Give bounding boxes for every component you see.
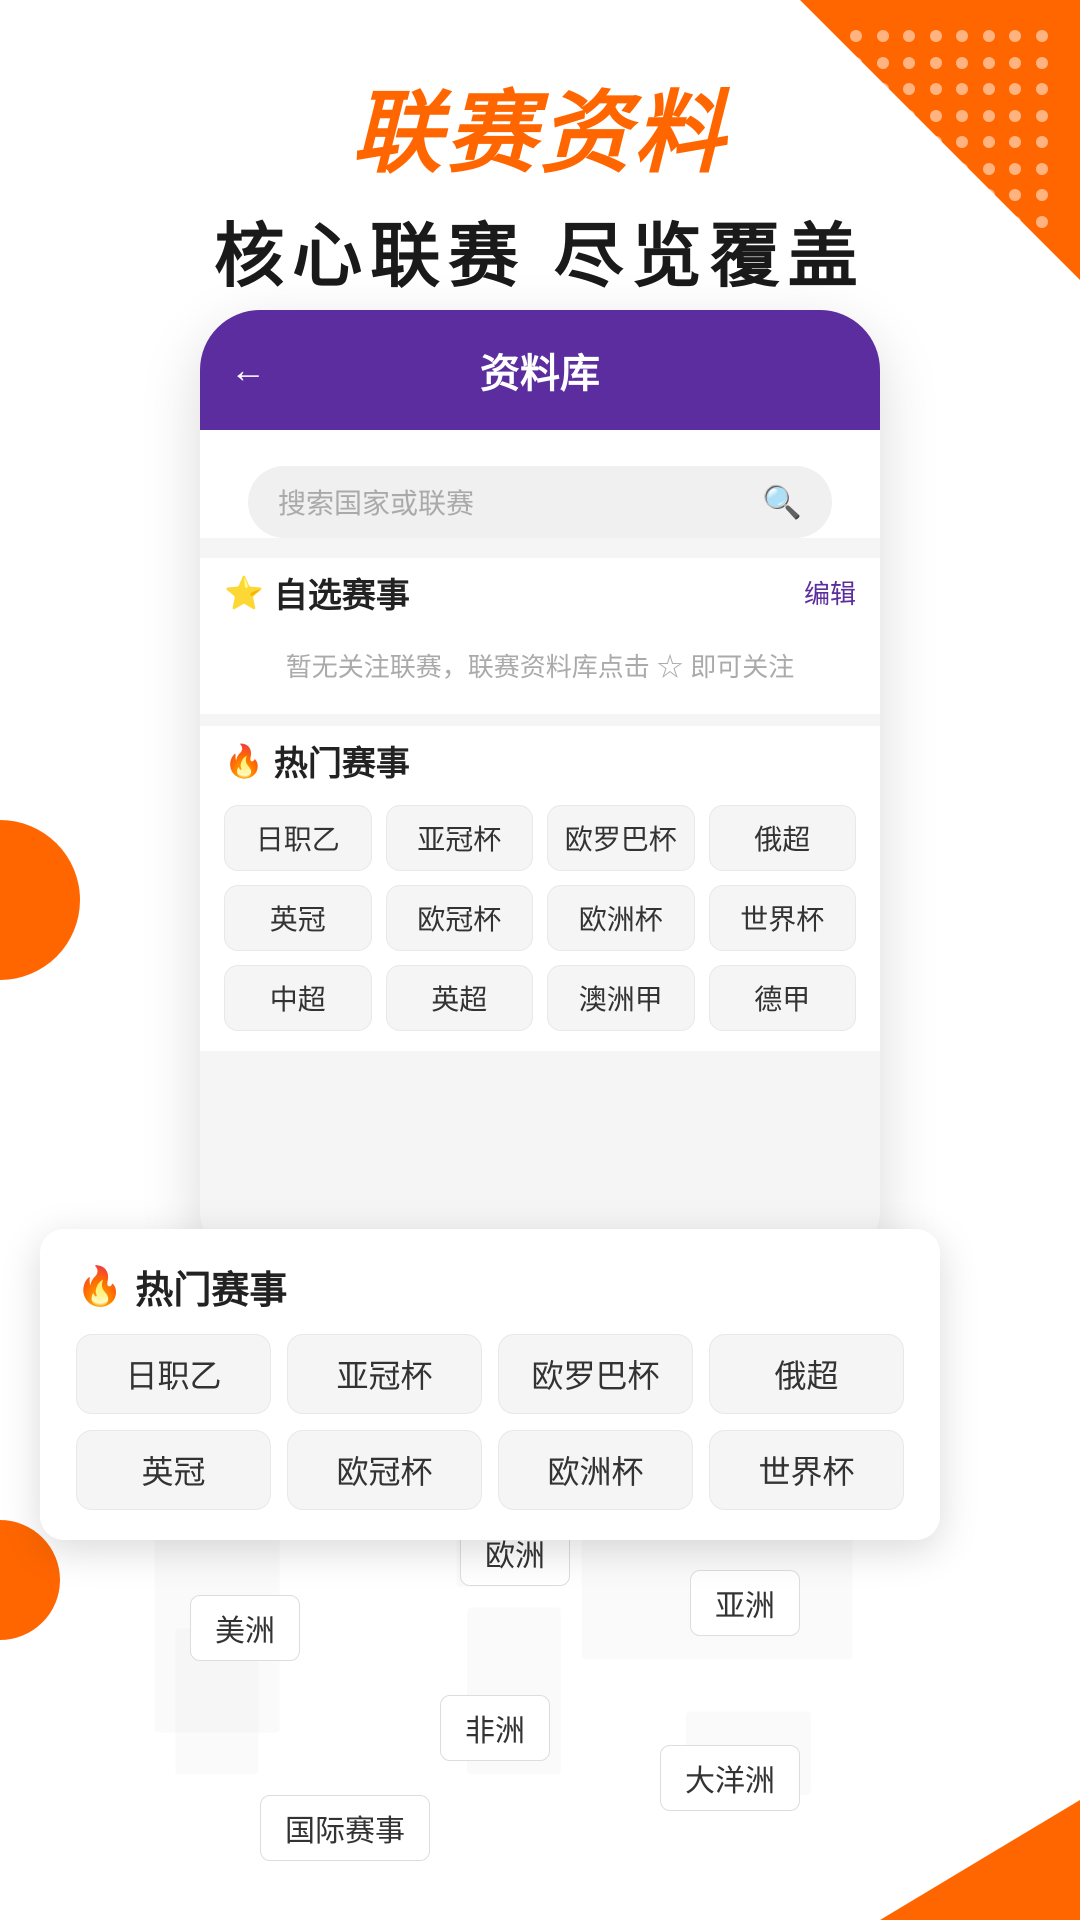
card-hot-event-tag[interactable]: 英冠 — [76, 1430, 271, 1510]
back-button[interactable]: ← — [230, 349, 266, 391]
region-button[interactable]: 美洲 — [190, 1595, 300, 1661]
hot-event-tag[interactable]: 欧洲杯 — [547, 885, 695, 951]
search-placeholder: 搜索国家或联赛 — [278, 482, 762, 522]
phone-mockup: ← 资料库 搜索国家或联赛 🔍 ⭐ 自选赛事 编辑 暂无关注联赛，联赛资料库点击… — [200, 310, 880, 1270]
card-hot-event-tag[interactable]: 欧洲杯 — [498, 1430, 693, 1510]
header-area: 联赛资料 核心联赛 尽览覆盖 — [0, 0, 1080, 301]
card-hot-event-tag[interactable]: 俄超 — [709, 1334, 904, 1414]
hot-event-tag[interactable]: 英冠 — [224, 885, 372, 951]
hot-event-tag[interactable]: 澳洲甲 — [547, 965, 695, 1031]
card-hot-event-tag[interactable]: 世界杯 — [709, 1430, 904, 1510]
app-header: ← 资料库 — [200, 310, 880, 430]
floating-hot-events-card: 🔥 热门赛事 日职乙亚冠杯欧罗巴杯俄超英冠欧冠杯欧洲杯世界杯 — [40, 1229, 940, 1540]
card-hot-event-tag[interactable]: 亚冠杯 — [287, 1334, 482, 1414]
card-hot-event-tag[interactable]: 欧冠杯 — [287, 1430, 482, 1510]
card-tag-grid: 日职乙亚冠杯欧罗巴杯俄超英冠欧冠杯欧洲杯世界杯 — [76, 1334, 904, 1510]
search-icon: 🔍 — [762, 483, 802, 521]
hot-event-tag[interactable]: 亚冠杯 — [386, 805, 534, 871]
card-hot-title: 热门赛事 — [135, 1259, 287, 1314]
hot-event-tag[interactable]: 俄超 — [709, 805, 857, 871]
region-button[interactable]: 国际赛事 — [260, 1795, 430, 1861]
app-title: 资料库 — [480, 341, 600, 399]
region-button[interactable]: 亚洲 — [690, 1570, 800, 1636]
hot-event-tag[interactable]: 德甲 — [709, 965, 857, 1031]
main-title: 联赛资料 — [0, 60, 1080, 190]
fire-icon: 🔥 — [224, 742, 264, 780]
region-button[interactable]: 大洋洲 — [660, 1745, 800, 1811]
card-fire-icon: 🔥 — [76, 1265, 123, 1309]
hot-event-tag[interactable]: 日职乙 — [224, 805, 372, 871]
self-select-title: 自选赛事 — [274, 568, 410, 617]
sub-title: 核心联赛 尽览覆盖 — [0, 200, 1080, 301]
edit-button[interactable]: 编辑 — [804, 574, 856, 611]
hot-event-tag[interactable]: 英超 — [386, 965, 534, 1031]
search-bar[interactable]: 搜索国家或联赛 🔍 — [248, 466, 832, 538]
self-select-section: ⭐ 自选赛事 编辑 暂无关注联赛，联赛资料库点击 ☆ 即可关注 — [200, 558, 880, 714]
hot-event-tag[interactable]: 欧罗巴杯 — [547, 805, 695, 871]
card-hot-event-tag[interactable]: 欧罗巴杯 — [498, 1334, 693, 1414]
hot-event-tag[interactable]: 欧冠杯 — [386, 885, 534, 951]
divider-1 — [200, 714, 880, 726]
hot-event-tag[interactable]: 中超 — [224, 965, 372, 1031]
card-hot-event-tag[interactable]: 日职乙 — [76, 1334, 271, 1414]
hot-event-tag[interactable]: 世界杯 — [709, 885, 857, 951]
hot-events-section: 🔥 热门赛事 日职乙亚冠杯欧罗巴杯俄超英冠欧冠杯欧洲杯世界杯中超英超澳洲甲德甲 — [200, 726, 880, 1051]
corner-decoration-left-mid — [0, 820, 80, 980]
hot-events-title: 热门赛事 — [274, 736, 410, 785]
hot-events-grid: 日职乙亚冠杯欧罗巴杯俄超英冠欧冠杯欧洲杯世界杯中超英超澳洲甲德甲 — [224, 795, 856, 1041]
empty-text: 暂无关注联赛，联赛资料库点击 ☆ 即可关注 — [224, 627, 856, 704]
region-button[interactable]: 非洲 — [440, 1695, 550, 1761]
star-icon: ⭐ — [224, 574, 264, 612]
